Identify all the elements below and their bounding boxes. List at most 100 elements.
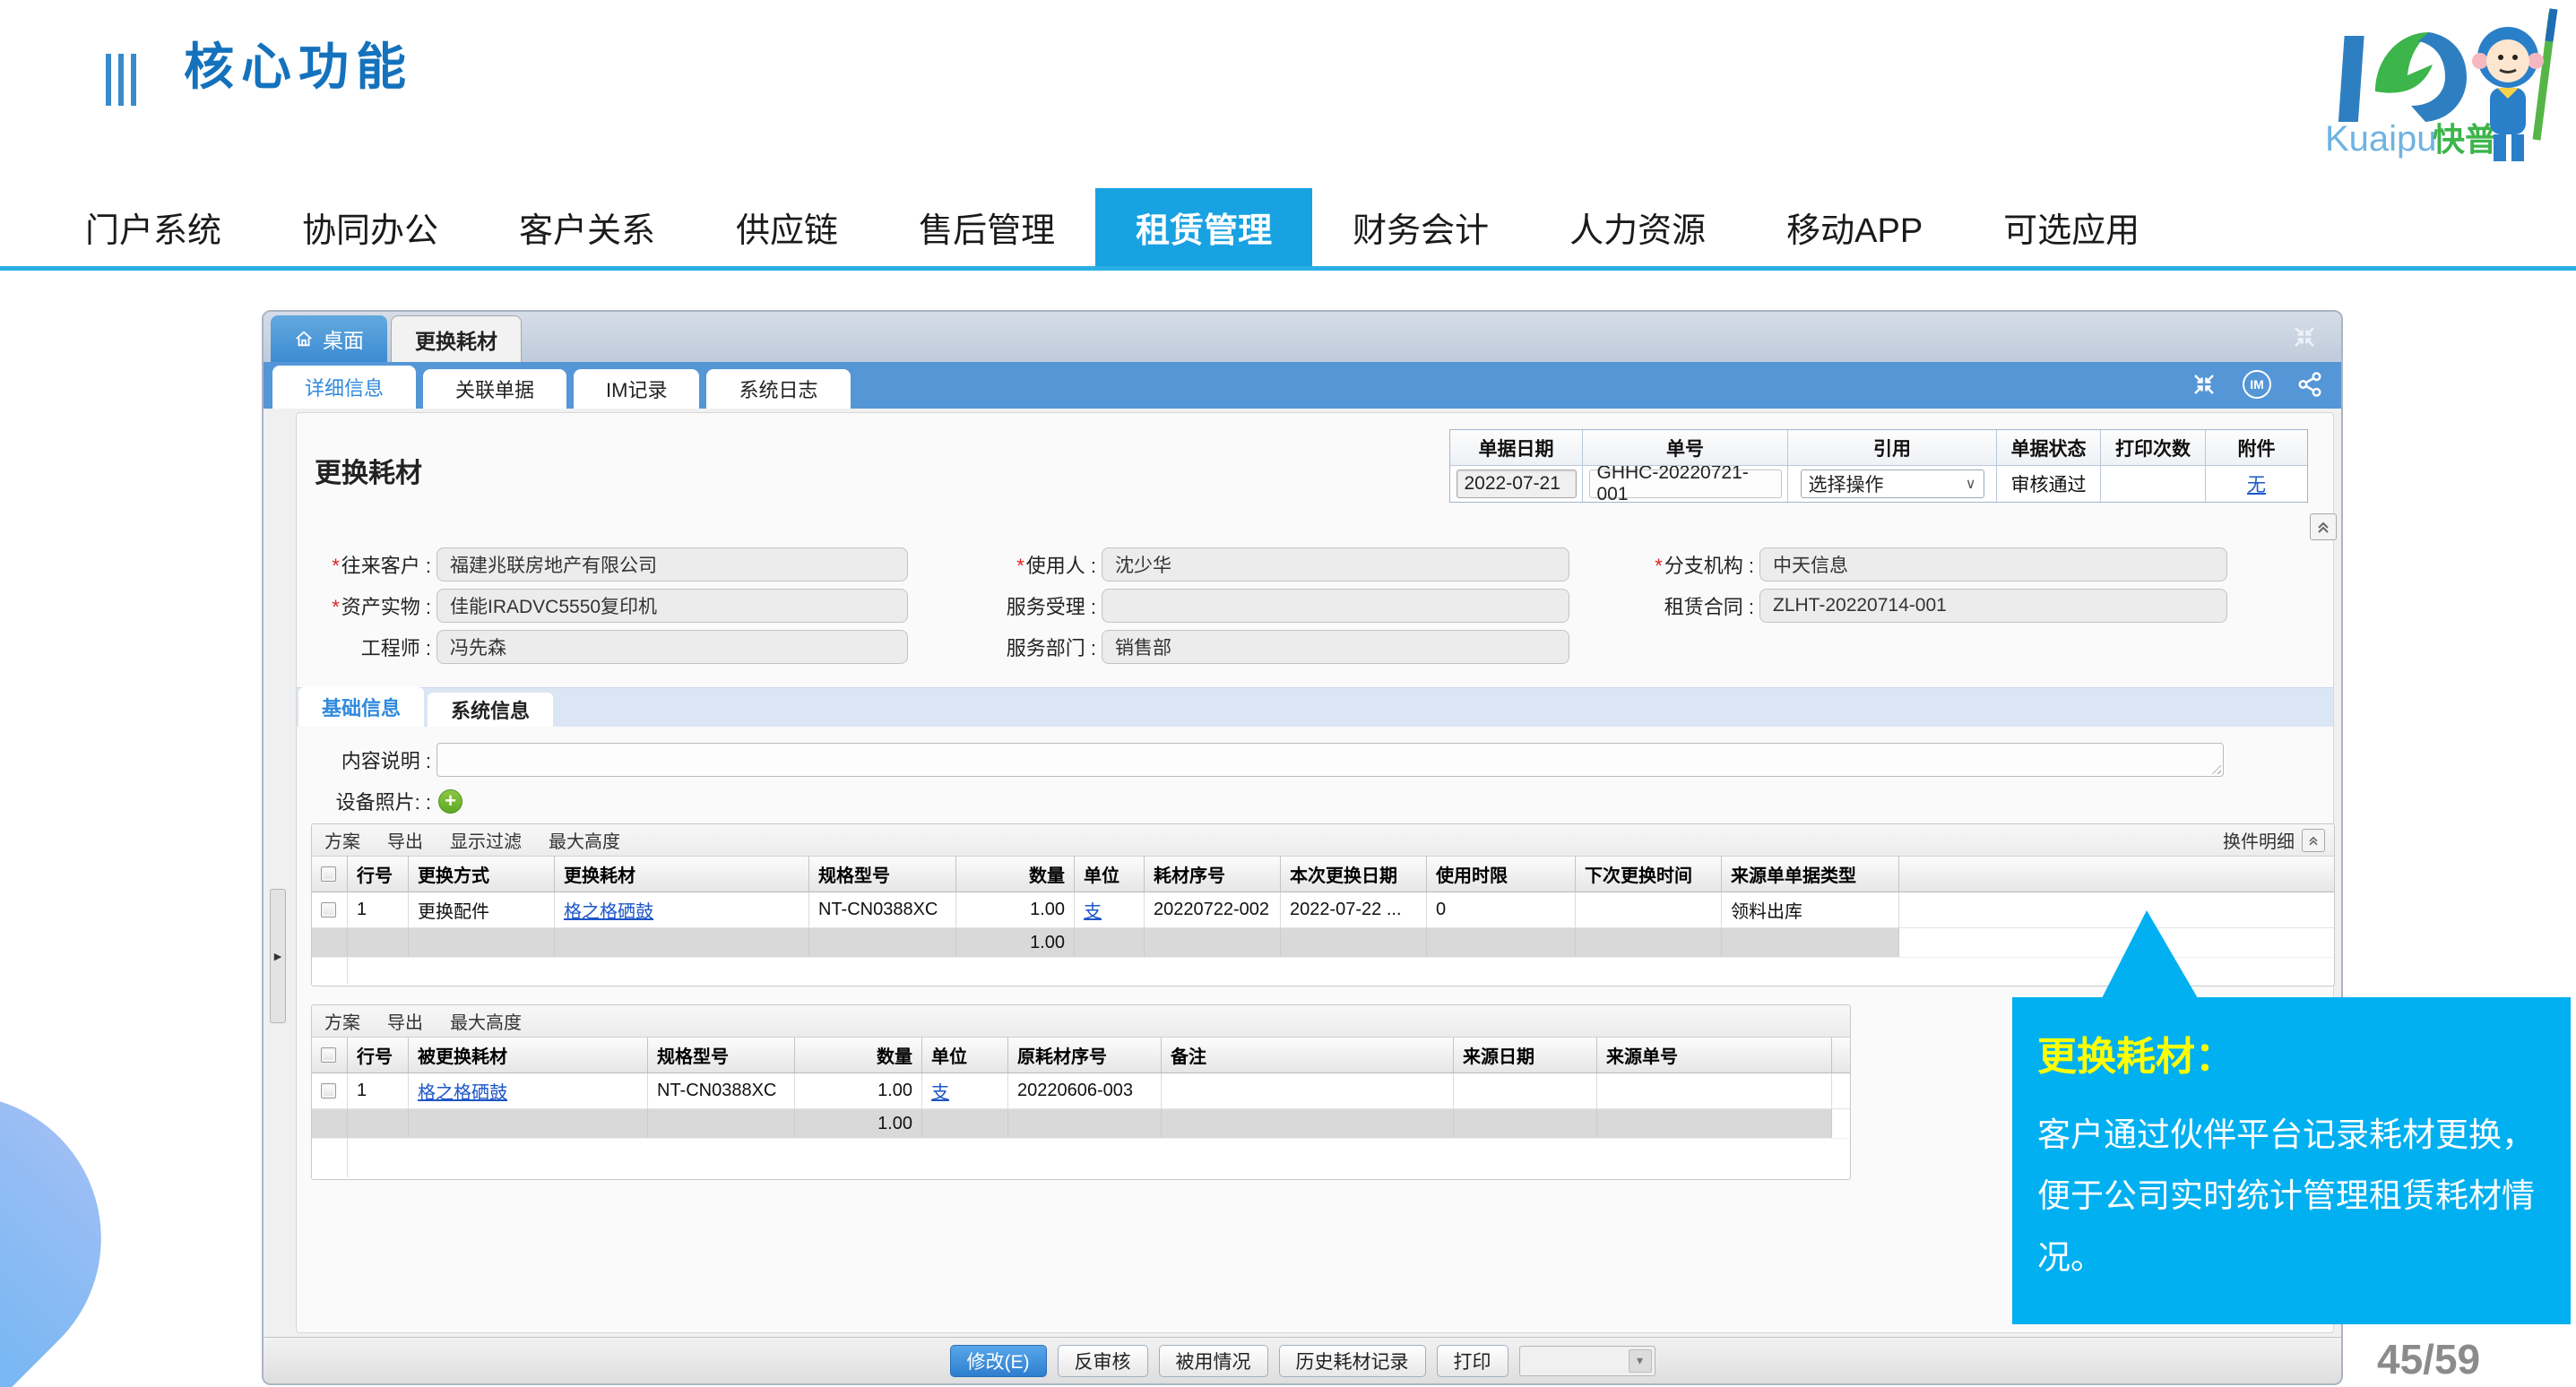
consumable-link[interactable]: 格之格硒鼓 xyxy=(564,897,653,923)
field-label-lease-contract: 租赁合同 : xyxy=(1611,591,1754,620)
tab-detail-info[interactable]: 详细信息 xyxy=(272,366,416,409)
share-icon[interactable] xyxy=(2296,371,2323,398)
nav-item-hr[interactable]: 人力资源 xyxy=(1529,188,1746,266)
tab-im-records[interactable]: IM记录 xyxy=(574,369,699,409)
modify-button[interactable]: 修改(E) xyxy=(950,1345,1047,1377)
toolbar-max-height[interactable]: 最大高度 xyxy=(549,827,620,853)
column-header: 原耗材序号 xyxy=(1008,1038,1162,1073)
service-dept-input[interactable]: 销售部 xyxy=(1102,630,1569,664)
doc-date-input[interactable]: 2022-07-21 xyxy=(1457,470,1577,498)
reverse-audit-button[interactable]: 反审核 xyxy=(1058,1345,1148,1377)
tab-system-info[interactable]: 系统信息 xyxy=(428,693,553,727)
subtab-bar: 详细信息 关联单据 IM记录 系统日志 IM xyxy=(264,362,2341,409)
grid-toolbar: 方案 导出 最大高度 xyxy=(312,1005,1850,1038)
quote-select[interactable]: 选择操作 ∨ xyxy=(1801,470,1984,498)
lease-contract-input[interactable]: ZLHT-20220714-001 xyxy=(1759,589,2227,623)
main-nav: 门户系统 协同办公 客户关系 供应链 售后管理 租赁管理 财务会计 人力资源 移… xyxy=(0,188,2576,271)
summary-qty: 1.00 xyxy=(795,1109,922,1138)
cell-model: NT-CN0388XC xyxy=(648,1073,795,1108)
column-header: 来源日期 xyxy=(1454,1038,1597,1073)
nav-item-portal[interactable]: 门户系统 xyxy=(45,188,262,266)
print-button[interactable]: 打印 xyxy=(1437,1345,1508,1377)
engineer-input[interactable]: 冯先森 xyxy=(437,630,908,664)
history-records-button[interactable]: 历史耗材记录 xyxy=(1279,1345,1426,1377)
window-tab-label: 桌面 xyxy=(323,323,364,354)
nav-item-supply-chain[interactable]: 供应链 xyxy=(696,188,878,266)
cell-line-no: 1 xyxy=(348,892,409,927)
add-photo-button[interactable]: + xyxy=(438,789,462,814)
cell-next-replace xyxy=(1576,892,1722,927)
page-number: 45/59 xyxy=(2377,1335,2480,1383)
column-header: 更换方式 xyxy=(409,857,555,892)
callout-title: 更换耗材： xyxy=(2037,1024,2546,1081)
replaced-consumables-grid: 方案 导出 最大高度 行号 被更换耗材 规格型号 数量 单位 原耗材序号 备注 … xyxy=(311,1004,1851,1180)
asset-input[interactable]: 佳能IRADVC5550复印机 xyxy=(437,589,908,623)
user-input[interactable]: 沈少华 xyxy=(1102,547,1569,582)
toolbar-export[interactable]: 导出 xyxy=(387,1008,423,1034)
unit-link[interactable]: 支 xyxy=(1084,897,1102,923)
row-checkbox[interactable] xyxy=(321,1083,336,1098)
im-icon[interactable]: IM xyxy=(2243,370,2271,399)
column-header: 单位 xyxy=(1075,857,1145,892)
column-header: 行号 xyxy=(348,1038,409,1073)
field-label-engineer: 工程师 : xyxy=(297,633,431,661)
nav-item-finance[interactable]: 财务会计 xyxy=(1312,188,1529,266)
resize-grip[interactable] xyxy=(2209,762,2221,774)
sidebar-collapse-handle[interactable]: ▶ xyxy=(270,889,286,1023)
collapse-window-icon[interactable] xyxy=(2291,323,2318,350)
collapse-grid-button[interactable] xyxy=(2302,829,2325,852)
column-header: 本次更换日期 xyxy=(1281,857,1427,892)
table-row[interactable]: 1 格之格硒鼓 NT-CN0388XC 1.00 支 20220606-003 xyxy=(312,1073,1850,1109)
summary-qty: 1.00 xyxy=(956,928,1075,957)
column-header: 单号 xyxy=(1583,430,1788,466)
column-header: 来源单号 xyxy=(1597,1038,1832,1073)
cell-serial-no: 20220722-002 xyxy=(1145,892,1281,927)
toolbar-show-filter[interactable]: 显示过滤 xyxy=(450,827,522,853)
nav-item-optional-apps[interactable]: 可选应用 xyxy=(1963,188,2180,266)
toolbar-export[interactable]: 导出 xyxy=(387,827,423,853)
select-all-checkbox[interactable] xyxy=(321,1047,336,1063)
column-header: 行号 xyxy=(348,857,409,892)
nav-item-after-sales[interactable]: 售后管理 xyxy=(878,188,1095,266)
content-desc-label: 内容说明 : xyxy=(297,745,431,774)
row-checkbox[interactable] xyxy=(321,902,336,917)
select-all-checkbox[interactable] xyxy=(321,866,336,882)
toolbar-scheme[interactable]: 方案 xyxy=(324,827,360,853)
callout-body: 客户通过伙伴平台记录耗材更换，便于公司实时统计管理租赁耗材情况。 xyxy=(2037,1105,2546,1288)
cell-remark xyxy=(1162,1073,1454,1108)
column-header: 使用时限 xyxy=(1427,857,1576,892)
print-template-select[interactable]: ▾ xyxy=(1519,1346,1655,1376)
content-desc-textarea[interactable] xyxy=(437,743,2224,777)
service-accept-input[interactable] xyxy=(1102,589,1569,623)
header-row: 行号 被更换耗材 规格型号 数量 单位 原耗材序号 备注 来源日期 来源单号 xyxy=(312,1038,1850,1073)
field-label-service-dept: 服务部门 : xyxy=(971,633,1096,661)
window-tab-replace-consumables[interactable]: 更换耗材 xyxy=(391,315,522,362)
doc-no-input[interactable]: GHHC-20220721-001 xyxy=(1589,470,1782,498)
cell-qty: 1.00 xyxy=(956,892,1075,927)
toolbar-scheme[interactable]: 方案 xyxy=(324,1008,360,1034)
toolbar-max-height[interactable]: 最大高度 xyxy=(450,1008,522,1034)
nav-item-mobile-app[interactable]: 移动APP xyxy=(1746,188,1963,266)
attachment-link[interactable]: 无 xyxy=(2247,470,2266,497)
nav-item-collaboration[interactable]: 协同办公 xyxy=(262,188,479,266)
header-row: 行号 更换方式 更换耗材 规格型号 数量 单位 耗材序号 本次更换日期 使用时限… xyxy=(312,857,2334,892)
column-header: 更换耗材 xyxy=(555,857,809,892)
field-label-asset: *资产实物 : xyxy=(297,591,431,620)
tab-related-docs[interactable]: 关联单据 xyxy=(423,369,566,409)
branch-input[interactable]: 中天信息 xyxy=(1759,547,2227,582)
customer-input[interactable]: 福建兆联房地产有限公司 xyxy=(437,547,908,582)
window-tab-desktop[interactable]: 桌面 xyxy=(271,315,387,362)
column-header: 数量 xyxy=(795,1038,922,1073)
column-header: 备注 xyxy=(1162,1038,1454,1073)
table-row[interactable]: 1 更换配件 格之格硒鼓 NT-CN0388XC 1.00 支 20220722… xyxy=(312,892,2334,928)
collapse-panel-icon[interactable] xyxy=(2191,371,2217,398)
tab-system-log[interactable]: 系统日志 xyxy=(706,369,850,409)
collapse-header-button[interactable] xyxy=(2310,513,2337,540)
nav-item-rental-management[interactable]: 租赁管理 xyxy=(1095,188,1312,266)
unit-link[interactable]: 支 xyxy=(931,1078,949,1104)
tab-basic-info[interactable]: 基础信息 xyxy=(298,687,424,727)
usage-status-button[interactable]: 被用情况 xyxy=(1159,1345,1268,1377)
consumable-link[interactable]: 格之格硒鼓 xyxy=(418,1078,507,1104)
column-header: 单据状态 xyxy=(1997,430,2101,466)
nav-item-crm[interactable]: 客户关系 xyxy=(479,188,696,266)
